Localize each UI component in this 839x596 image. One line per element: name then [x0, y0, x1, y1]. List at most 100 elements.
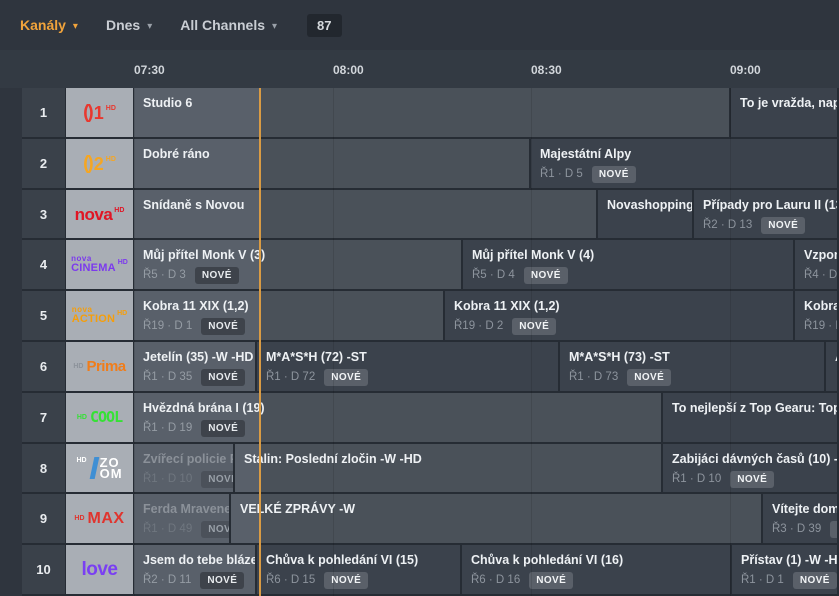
program-block[interactable]: VzpomínkyŘ4 · D 8	[795, 240, 837, 289]
program-info: Majestátní AlpyŘ1 · D 5NOVÉ	[531, 139, 837, 183]
program-title: Kobra 11 XIX (1,2)	[143, 298, 443, 314]
program-title: Hvězdná brána I (19)	[143, 400, 661, 416]
program-title: Chůva k pohledání VI (15)	[266, 552, 460, 568]
program-block[interactable]: Můj přítel Monk V (4)Ř5 · D 4NOVÉ	[463, 240, 793, 289]
program-info: Ferda Mravenec (4Ř1 · D 49NOVÉ	[134, 494, 229, 538]
channel-logo-ct1-hd: ()1HD	[83, 103, 116, 122]
channel-logo-cell[interactable]: ()2HD	[66, 139, 133, 188]
new-badge: NOVÉ	[200, 572, 244, 589]
program-block[interactable]: Zabijáci dávných časů (10) -W -HŘ1 · D 1…	[663, 444, 837, 492]
program-episode-info: Ř2 · D 11	[143, 574, 191, 586]
hd-tag: HD	[76, 457, 86, 464]
channel-logo-cell[interactable]: novaCINEMAHD	[66, 240, 133, 289]
program-block[interactable]: Můj přítel Monk V (3)Ř5 · D 3NOVÉ	[134, 240, 461, 289]
program-info: Novashopping	[598, 190, 692, 213]
program-block[interactable]: Snídaně s Novou	[134, 190, 596, 238]
channel-number: 2	[22, 139, 65, 188]
program-info: Stalin: Poslední zločin -W -HD	[235, 444, 661, 467]
program-info: Vítejte doma!Ř3 · D 39NOVÉ	[763, 494, 837, 538]
program-title: Studio 6	[143, 95, 729, 111]
program-episode-info: Ř1 · D 5	[540, 168, 583, 180]
channel-logo-cell[interactable]: HD ZOOM	[66, 444, 133, 492]
program-meta: Ř1 · D 10NOVÉ	[143, 470, 233, 488]
program-title: Dobré ráno	[143, 146, 529, 162]
program-episode-info: Ř19 · D 2	[454, 320, 503, 332]
program-info: To je vražda, napsala	[731, 88, 837, 111]
nova-main-word: ACTIONHD	[72, 314, 128, 325]
program-meta: Ř5 · D 4NOVÉ	[472, 266, 793, 284]
channel-logo-cell[interactable]: novaACTIONHD	[66, 291, 133, 340]
program-info: Přístav (1) -W -HDŘ1 · D 1NOVÉ	[732, 545, 837, 589]
program-block[interactable]: Dobré ráno	[134, 139, 529, 188]
channel-logo-cell[interactable]: HDPrima	[66, 342, 133, 391]
time-tick-label: 08:00	[333, 63, 364, 77]
program-block[interactable]: Stalin: Poslední zločin -W -HD	[235, 444, 661, 492]
nova-wordmark: nova	[75, 206, 113, 223]
prima-wordmark: Prima	[86, 359, 125, 374]
channel-row: 6HDPrimaJetelín (35) -W -HDŘ1 · D 35NOVÉ…	[0, 342, 839, 391]
channel-number: 5	[22, 291, 65, 340]
channel-logo-ct2-hd: ()2HD	[83, 154, 116, 173]
channel-digit: 1	[94, 104, 104, 122]
channel-row: 5novaACTIONHDKobra 11 XIX (1,2)Ř19 · D 1…	[0, 291, 839, 340]
program-block[interactable]: Chůva k pohledání VI (16)Ř6 · D 16NOVÉ	[462, 545, 730, 594]
program-title: Můj přítel Monk V (3)	[143, 247, 461, 263]
program-block[interactable]: Vítejte doma!Ř3 · D 39NOVÉ	[763, 494, 837, 543]
new-badge: NOVÉ	[324, 572, 368, 589]
program-meta: Ř1 · D 49NOVÉ	[143, 520, 229, 538]
hd-tag: HD	[106, 105, 116, 112]
channel-logo-cell[interactable]: HDMAX	[66, 494, 133, 543]
channel-logo-prima-max-hd: HDMAX	[74, 511, 124, 527]
new-badge: NOVÉ	[830, 521, 837, 538]
channel-row: 2 ()2HD Dobré ránoMajestátní AlpyŘ1 · D 5N…	[0, 139, 839, 188]
program-block[interactable]: Kobra 11Ř19 · D	[795, 291, 837, 340]
program-episode-info: Ř5 · D 3	[143, 269, 186, 281]
program-title: VELKÉ ZPRÁVY -W	[240, 501, 761, 517]
new-badge: NOVÉ	[512, 318, 556, 335]
channel-logo-cell[interactable]: love	[66, 545, 133, 594]
program-block[interactable]: VELKÉ ZPRÁVY -W	[231, 494, 761, 543]
program-block[interactable]: Studio 6	[134, 88, 729, 137]
program-block[interactable]: Novashopping	[598, 190, 692, 238]
channel-row: 10loveJsem do tebe blázen II (1Ř2 · D 11…	[0, 545, 839, 594]
program-block[interactable]: Kobra 11 XIX (1,2)Ř19 · D 1NOVÉ	[134, 291, 443, 340]
program-block[interactable]: To je vražda, napsala	[731, 88, 837, 137]
program-block[interactable]: A	[826, 342, 837, 391]
zoom-wordmark: ZOOM	[100, 457, 123, 479]
channel-logo-cell[interactable]: ()1HD	[66, 88, 133, 137]
program-title: Stalin: Poslední zločin -W -HD	[244, 451, 661, 467]
program-block[interactable]: Hvězdná brána I (19)Ř1 · D 19NOVÉ	[134, 393, 661, 442]
program-block[interactable]: M*A*S*H (72) -STŘ1 · D 72NOVÉ	[257, 342, 558, 391]
program-block[interactable]: Zvířecí policie PhoŘ1 · D 10NOVÉ	[134, 444, 233, 492]
program-block[interactable]: Přístav (1) -W -HDŘ1 · D 1NOVÉ	[732, 545, 837, 594]
channel-logo-cell[interactable]: HDCOOL	[66, 393, 133, 442]
program-block[interactable]: Ferda Mravenec (4Ř1 · D 49NOVÉ	[134, 494, 229, 543]
program-info: VzpomínkyŘ4 · D 8	[795, 240, 837, 284]
cool-wordmark: COOL	[90, 410, 122, 425]
day-menu[interactable]: Dnes ▾	[106, 17, 152, 33]
day-menu-label: Dnes	[106, 17, 140, 33]
program-block[interactable]: M*A*S*H (73) -STŘ1 · D 73NOVÉ	[560, 342, 824, 391]
new-badge: NOVÉ	[627, 369, 671, 386]
channel-row: 9HDMAXFerda Mravenec (4Ř1 · D 49NOVÉVELK…	[0, 494, 839, 543]
channels-menu[interactable]: Kanály ▾	[20, 17, 78, 33]
channel-filter-menu[interactable]: All Channels ▾	[180, 17, 277, 33]
program-block[interactable]: Jsem do tebe blázen II (1Ř2 · D 11NOVÉ	[134, 545, 255, 594]
program-block[interactable]: Chůva k pohledání VI (15)Ř6 · D 15NOVÉ	[257, 545, 460, 594]
program-title: Kobra 11 XIX (1,2)	[454, 298, 793, 314]
channel-logo-nova-cinema-hd: novaCINEMAHD	[71, 255, 128, 274]
channel-logo-cell[interactable]: novaHD	[66, 190, 133, 238]
program-block[interactable]: Kobra 11 XIX (1,2) Ř19 · D 2 NOVÉ	[445, 291, 793, 340]
program-block[interactable]: Majestátní AlpyŘ1 · D 5NOVÉ	[531, 139, 837, 188]
program-info: M*A*S*H (72) -STŘ1 · D 72NOVÉ	[257, 342, 558, 386]
channel-row: 8HDZOOMZvířecí policie PhoŘ1 · D 10NOVÉS…	[0, 444, 839, 492]
channel-logo-prima-love: love	[81, 560, 117, 579]
program-info: Dobré ráno	[134, 139, 529, 162]
program-block[interactable]: Případy pro Lauru II (13)Ř2 · D 13NOVÉ	[694, 190, 837, 238]
program-info: A	[826, 342, 837, 365]
program-block[interactable]: To nejlepší z Top Gearu: Top 41 -	[663, 393, 837, 442]
channel-number: 6	[22, 342, 65, 391]
program-info: Můj přítel Monk V (4)Ř5 · D 4NOVÉ	[463, 240, 793, 284]
program-info: Kobra 11Ř19 · D	[795, 291, 837, 335]
program-block[interactable]: Jetelín (35) -W -HDŘ1 · D 35NOVÉ	[134, 342, 255, 391]
